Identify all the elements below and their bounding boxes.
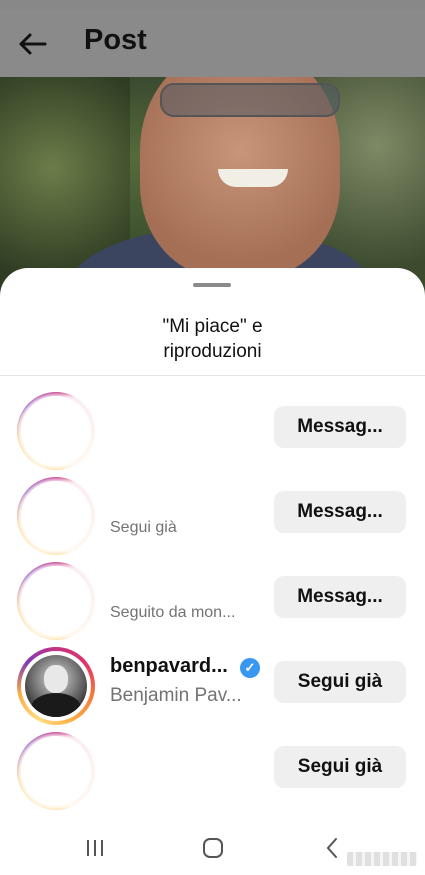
subtext: Seguito da mon... [110,604,236,621]
divider [0,375,425,376]
redacted-area [17,479,167,555]
avatar[interactable] [17,647,95,725]
watermark [347,852,417,866]
list-item[interactable]: Segui già [0,728,425,812]
sheet-title: "Mi piace" e riproduzioni [162,316,263,362]
arrow-left-icon [19,33,47,55]
subtext: Segui già [110,519,177,536]
username[interactable]: benpavard... [110,655,228,678]
back-chevron-icon [326,838,337,858]
list-item[interactable]: benpavard... ✓ Benjamin Pav... Segui già [0,643,425,727]
back-button[interactable] [14,26,50,62]
likes-bottom-sheet: "Mi piace" e riproduzioni Messag... Segu… [0,268,425,875]
home-button[interactable] [193,836,233,860]
recents-icon [87,840,103,856]
recents-button[interactable] [75,836,115,860]
list-item[interactable]: Seguito da mon... Messag... [0,558,425,642]
redacted-area [17,564,117,640]
full-name: Benjamin Pav... [110,685,242,706]
message-button[interactable]: Messag... [274,406,406,448]
system-back-button[interactable] [312,836,352,860]
page-title: Post [84,24,147,56]
status-bar [0,0,425,10]
verified-badge-icon: ✓ [240,658,260,678]
redacted-area [17,734,257,810]
home-icon [203,838,223,858]
app-bar: Post [0,0,425,77]
system-nav-bar [0,818,425,875]
redacted-area [17,394,257,470]
sheet-drag-handle[interactable] [193,283,231,287]
message-button[interactable]: Messag... [274,576,406,618]
following-button[interactable]: Segui già [274,746,406,788]
message-button[interactable]: Messag... [274,491,406,533]
list-item[interactable]: Messag... [0,388,425,472]
following-button[interactable]: Segui già [274,661,406,703]
list-item[interactable]: Segui già Messag... [0,473,425,557]
